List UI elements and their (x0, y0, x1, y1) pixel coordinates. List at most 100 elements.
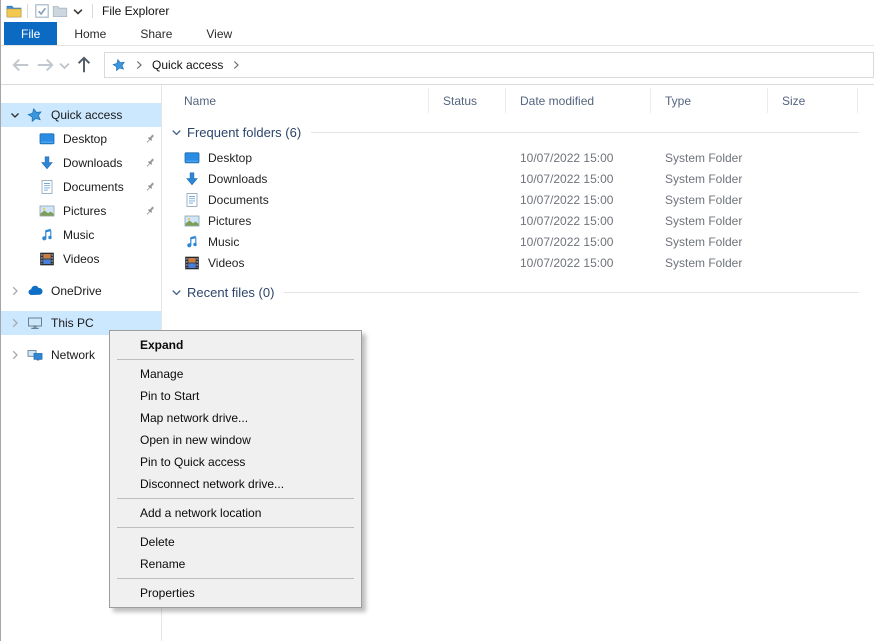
file-row-pictures[interactable]: Pictures10/07/2022 15:00System Folder (162, 210, 874, 231)
tab-file[interactable]: File (4, 22, 57, 45)
file-date-modified: 10/07/2022 15:00 (506, 151, 651, 165)
address-bar[interactable]: Quick access (104, 52, 874, 78)
sidebar-item-documents[interactable]: Documents (1, 175, 161, 199)
customize-toolbar-chevron-icon[interactable] (69, 2, 87, 20)
menu-separator (117, 527, 354, 528)
up-icon[interactable] (72, 53, 96, 77)
file-date-modified: 10/07/2022 15:00 (506, 256, 651, 270)
quick-access-star-icon[interactable] (112, 58, 126, 72)
properties-check-icon[interactable] (33, 2, 51, 20)
chevron-down-icon[interactable] (169, 125, 184, 140)
file-date-modified: 10/07/2022 15:00 (506, 214, 651, 228)
pictures-icon (184, 213, 200, 229)
file-row-desktop[interactable]: Desktop10/07/2022 15:00System Folder (162, 147, 874, 168)
ribbon-tab-bar: File Home Share View (1, 22, 874, 46)
file-date-modified: 10/07/2022 15:00 (506, 235, 651, 249)
file-name: Downloads (208, 172, 267, 186)
menu-item-pin-to-quick-access[interactable]: Pin to Quick access (110, 451, 361, 473)
file-name: Documents (208, 193, 269, 207)
column-header-type[interactable]: Type (651, 88, 768, 113)
pictures-icon (39, 203, 55, 219)
explorer-folder-icon[interactable] (6, 3, 22, 19)
downloads-icon (184, 171, 200, 187)
window-title: File Explorer (102, 4, 169, 18)
group-header-recent-files-0[interactable]: Recent files (0) (162, 281, 874, 303)
menu-item-rename[interactable]: Rename (110, 553, 361, 575)
column-header-status[interactable]: Status (429, 88, 506, 113)
menu-separator (117, 578, 354, 579)
sidebar-item-pictures[interactable]: Pictures (1, 199, 161, 223)
music-icon (184, 234, 200, 250)
file-row-videos[interactable]: Videos10/07/2022 15:00System Folder (162, 252, 874, 273)
sidebar-item-videos[interactable]: Videos (1, 247, 161, 271)
menu-item-add-a-network-location[interactable]: Add a network location (110, 502, 361, 524)
column-header-row: NameStatus Date modified Type Size (162, 88, 874, 113)
column-header-name[interactable]: Name (162, 88, 429, 113)
file-row-music[interactable]: Music 10/07/2022 15:00System Folder (162, 231, 874, 252)
pin-icon (144, 181, 156, 193)
menu-item-pin-to-start[interactable]: Pin to Start (110, 385, 361, 407)
this-pc-icon (27, 315, 43, 331)
group-header-label: Recent files (0) (187, 285, 274, 300)
downloads-icon (39, 155, 55, 171)
onedrive-icon (27, 283, 43, 299)
file-name: Music (208, 235, 239, 249)
recent-locations-chevron-icon[interactable] (57, 53, 72, 77)
menu-item-expand[interactable]: Expand (110, 334, 361, 356)
title-bar: File Explorer (1, 0, 874, 22)
sidebar-item-label: Network (51, 348, 95, 362)
breadcrumb-chevron-icon[interactable] (133, 59, 145, 71)
new-folder-icon[interactable] (51, 2, 69, 20)
file-type: System Folder (651, 256, 768, 270)
file-type: System Folder (651, 193, 768, 207)
sidebar-item-quick-access[interactable]: Quick access (1, 103, 161, 127)
sidebar-item-music[interactable]: Music (1, 223, 161, 247)
group-header-rule (284, 292, 859, 293)
file-date-modified: 10/07/2022 15:00 (506, 193, 651, 207)
group-header-frequent-folders-6[interactable]: Frequent folders (6) (162, 121, 874, 143)
chevron-right-icon[interactable] (7, 315, 23, 331)
desktop-icon (184, 150, 200, 166)
forward-icon[interactable] (33, 53, 57, 77)
file-name: Pictures (208, 214, 251, 228)
sidebar-item-downloads[interactable]: Downloads (1, 151, 161, 175)
back-icon[interactable] (9, 53, 33, 77)
tab-view[interactable]: View (189, 22, 249, 45)
file-date-modified: 10/07/2022 15:00 (506, 172, 651, 186)
sidebar-item-desktop[interactable]: Desktop (1, 127, 161, 151)
sidebar-item-label: Pictures (63, 204, 106, 218)
file-row-downloads[interactable]: Downloads10/07/2022 15:00System Folder (162, 168, 874, 189)
menu-item-properties[interactable]: Properties (110, 582, 361, 604)
column-header-size[interactable]: Size (768, 88, 858, 113)
menu-item-open-in-new-window[interactable]: Open in new window (110, 429, 361, 451)
tab-home[interactable]: Home (57, 22, 123, 45)
group-header-rule (311, 132, 859, 133)
menu-item-manage[interactable]: Manage (110, 363, 361, 385)
chevron-right-icon[interactable] (7, 347, 23, 363)
sidebar-item-label: This PC (51, 316, 94, 330)
sidebar-item-label: Downloads (63, 156, 122, 170)
column-header-date-modified[interactable]: Date modified (506, 88, 651, 113)
chevron-down-icon[interactable] (169, 285, 184, 300)
column-header-label: Date modified (520, 94, 594, 108)
group-header-label: Frequent folders (6) (187, 125, 301, 140)
file-type: System Folder (651, 235, 768, 249)
menu-item-disconnect-network-drive[interactable]: Disconnect network drive... (110, 473, 361, 495)
tab-share[interactable]: Share (123, 22, 189, 45)
sidebar-item-onedrive[interactable]: OneDrive (1, 279, 161, 303)
menu-item-delete[interactable]: Delete (110, 531, 361, 553)
file-row-documents[interactable]: Documents 10/07/2022 15:00System Folder (162, 189, 874, 210)
group-rows: Desktop10/07/2022 15:00System Folder Down… (162, 147, 874, 273)
breadcrumb-chevron-icon[interactable] (230, 59, 242, 71)
sidebar-item-label: Quick access (51, 108, 122, 122)
chevron-down-icon[interactable] (7, 107, 23, 123)
sidebar-item-label: Desktop (63, 132, 107, 146)
pin-icon (144, 205, 156, 217)
desktop-icon (39, 131, 55, 147)
menu-item-map-network-drive[interactable]: Map network drive... (110, 407, 361, 429)
chevron-right-icon[interactable] (7, 283, 23, 299)
sidebar-item-label: Music (63, 228, 94, 242)
sidebar-item-label: Videos (63, 252, 99, 266)
breadcrumb-segment[interactable]: Quick access (152, 58, 223, 72)
column-header-label: Type (665, 94, 691, 108)
